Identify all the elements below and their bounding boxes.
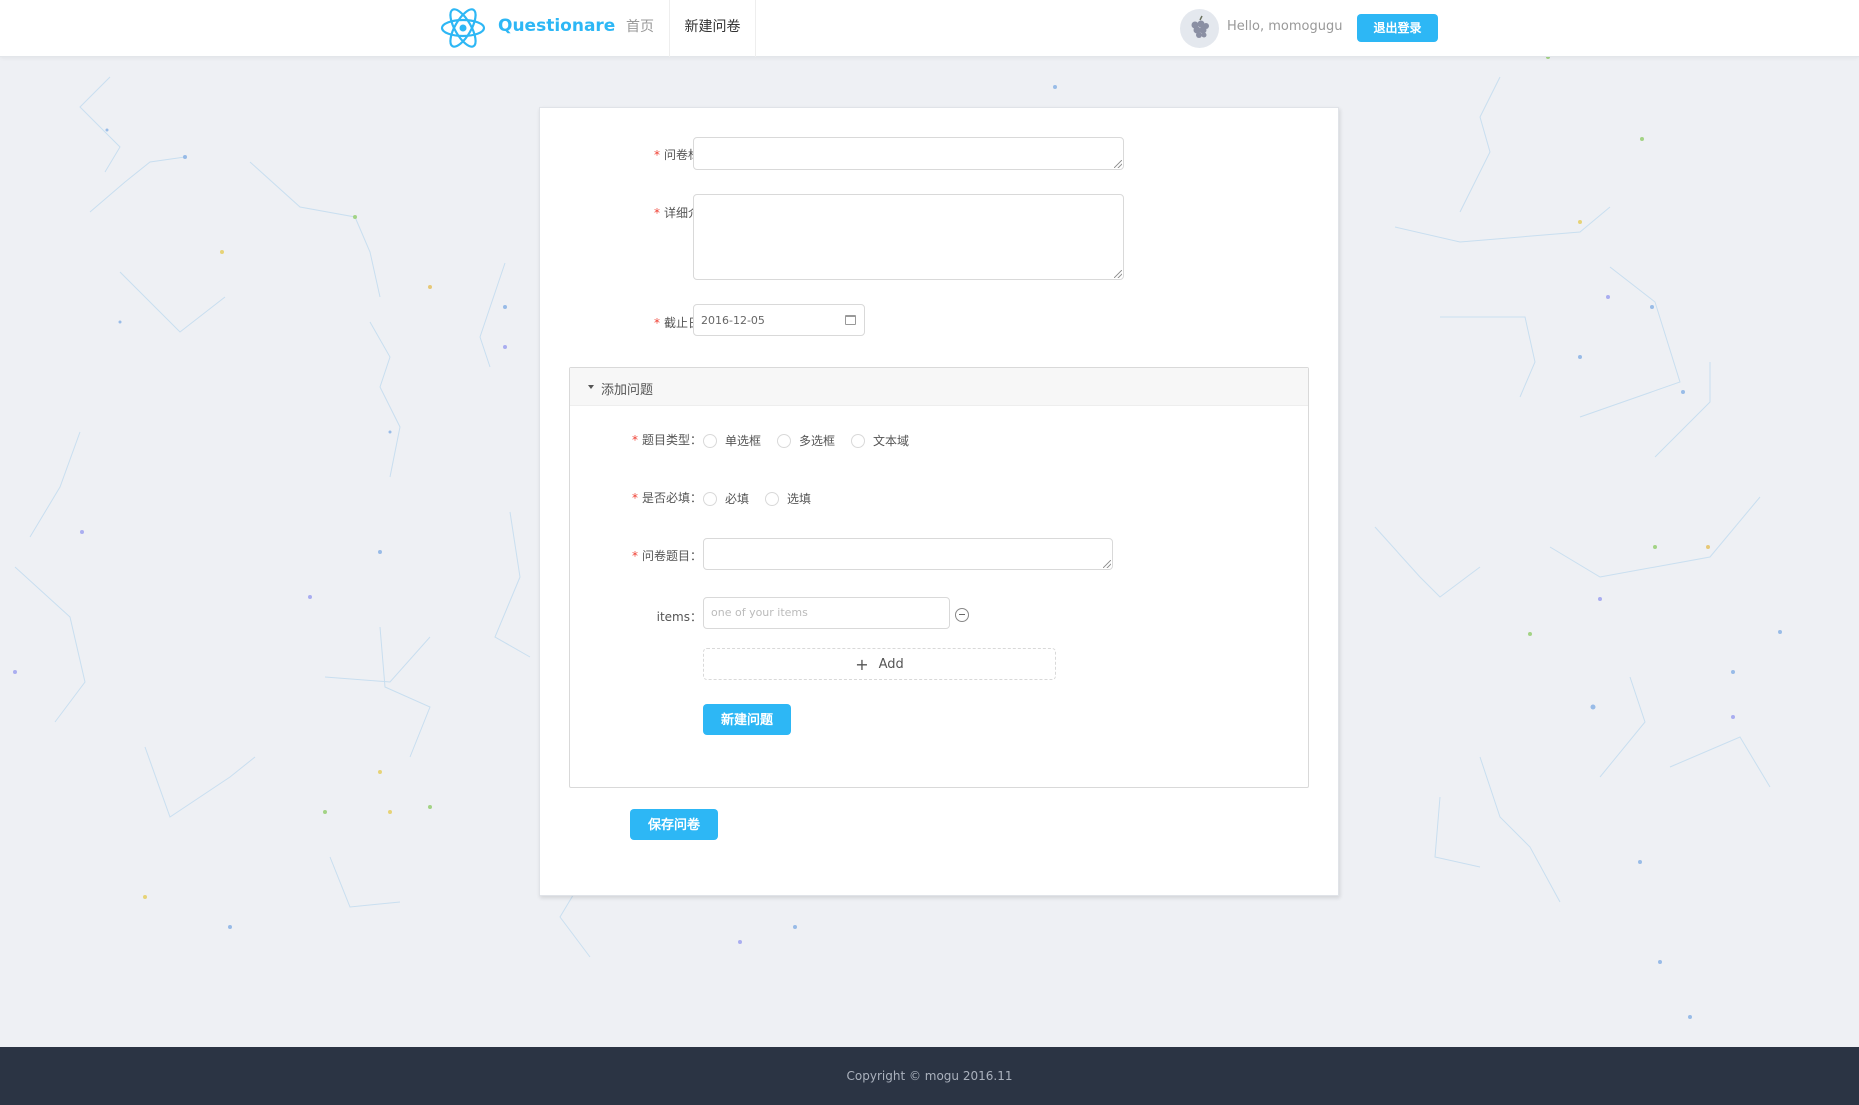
new-question-button[interactable]: 新建问题 — [703, 704, 791, 735]
required-asterisk: * — [653, 148, 660, 162]
nav-home-link[interactable]: 首页 — [626, 0, 654, 57]
required-asterisk: * — [631, 549, 638, 563]
survey-description-textarea[interactable] — [693, 194, 1124, 280]
add-question-panel-title: 添加问题 — [601, 383, 654, 398]
remove-item-icon[interactable] — [955, 608, 969, 622]
required-asterisk: * — [653, 206, 660, 220]
radio-required[interactable]: 必填 — [703, 490, 749, 507]
survey-form-card: *问卷标题： *详细介绍： *截止日期： 2016-12-05 添加问题 *题目… — [539, 107, 1339, 896]
add-question-panel-header[interactable]: 添加问题 — [570, 368, 1308, 406]
calendar-icon[interactable] — [845, 315, 856, 325]
item-input[interactable]: one of your items — [703, 597, 950, 629]
add-item-button[interactable]: + Add — [703, 648, 1056, 680]
radio-textarea[interactable]: 文本域 — [851, 432, 909, 449]
user-greeting: Hello, momogugu — [1227, 19, 1343, 34]
required-asterisk: * — [631, 433, 638, 447]
required-asterisk: * — [653, 316, 660, 330]
top-navbar: Questionare 首页 新建问卷 Hello, momogugu 退出登录 — [0, 0, 1859, 57]
caret-down-icon — [588, 385, 594, 389]
radio-multiple-choice[interactable]: 多选框 — [777, 432, 835, 449]
user-avatar[interactable] — [1180, 9, 1219, 48]
copyright-text: Copyright © mogu 2016.11 — [846, 1069, 1013, 1083]
question-type-radio-group: 单选框 多选框 文本域 — [703, 432, 925, 449]
brand-name[interactable]: Questionare — [498, 16, 615, 36]
add-item-label: Add — [878, 656, 904, 672]
deadline-date-value: 2016-12-05 — [701, 314, 765, 327]
question-title-label: * 问卷题目： — [631, 549, 702, 563]
grape-avatar-icon — [1191, 15, 1209, 38]
add-question-panel: 添加问题 * 题目类型： 单选框 多选框 文本域 * 是否必填： 必填 选填 * 问卷… — [569, 367, 1309, 788]
resize-handle-icon[interactable] — [1114, 160, 1122, 168]
plus-icon: + — [855, 654, 869, 674]
deadline-date-picker[interactable]: 2016-12-05 — [693, 304, 865, 336]
nav-new-survey-link[interactable]: 新建问卷 — [669, 0, 756, 57]
page-footer: Copyright © mogu 2016.11 — [0, 1047, 1859, 1105]
save-survey-button[interactable]: 保存问卷 — [630, 809, 718, 840]
items-label: items： — [656, 610, 702, 624]
is-required-label: * 是否必填： — [631, 491, 702, 505]
logout-button[interactable]: 退出登录 — [1357, 14, 1438, 42]
required-asterisk: * — [631, 491, 638, 505]
radio-optional[interactable]: 选填 — [765, 490, 811, 507]
is-required-radio-group: 必填 选填 — [703, 490, 827, 507]
resize-handle-icon[interactable] — [1103, 560, 1111, 568]
survey-title-input[interactable] — [693, 137, 1124, 170]
radio-single-choice[interactable]: 单选框 — [703, 432, 761, 449]
resize-handle-icon[interactable] — [1114, 270, 1122, 278]
question-title-input[interactable] — [703, 538, 1113, 570]
react-atom-logo-icon[interactable] — [440, 6, 486, 50]
question-type-label: * 题目类型： — [631, 433, 702, 447]
